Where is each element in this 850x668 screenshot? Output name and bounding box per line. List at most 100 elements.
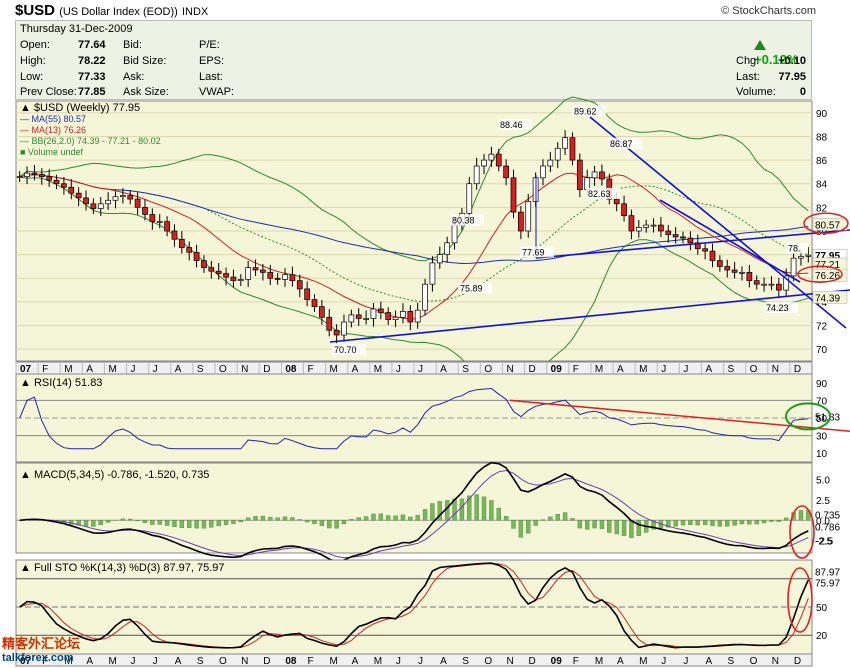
candle-body bbox=[702, 248, 708, 252]
bottom-x-axis-label: A bbox=[175, 656, 182, 667]
candle-body bbox=[142, 207, 148, 215]
macd-histogram-bar bbox=[209, 520, 214, 528]
x-axis-label: J bbox=[131, 364, 136, 375]
bottom-x-axis-label: S bbox=[197, 656, 204, 667]
price-annotation: 80.38 bbox=[452, 216, 475, 226]
x-axis-label: S bbox=[728, 364, 735, 375]
price-annotation: 74.23 bbox=[766, 303, 789, 313]
candle-body bbox=[105, 199, 111, 205]
bottom-x-axis-label: N bbox=[772, 656, 779, 667]
candle-body bbox=[311, 299, 318, 307]
macd-tick-label: 5.0 bbox=[816, 475, 830, 486]
candle-body bbox=[208, 267, 215, 272]
sto-right-label: 87.97 bbox=[815, 567, 840, 578]
candle-body bbox=[466, 183, 473, 214]
macd-histogram-bar bbox=[695, 520, 700, 526]
macd-histogram-bar bbox=[327, 520, 332, 529]
price-annotation: 86.87 bbox=[610, 139, 633, 149]
macd-histogram-bar bbox=[253, 516, 258, 521]
macd-histogram-bar bbox=[334, 520, 339, 529]
legend-price: ▲ $USD (Weekly) 77.95 bbox=[20, 102, 140, 114]
bottom-x-axis-label: A bbox=[352, 656, 359, 667]
bottom-x-axis-label: F bbox=[573, 656, 579, 667]
x-axis-label: F bbox=[573, 364, 579, 375]
candle-body bbox=[171, 230, 178, 240]
macd-histogram-bar bbox=[216, 520, 221, 527]
macd-histogram-bar bbox=[319, 520, 325, 527]
candle-body bbox=[164, 221, 170, 232]
macd-histogram-bar bbox=[747, 520, 752, 525]
macd-right-label: 0.735 bbox=[815, 510, 840, 521]
bottom-x-axis-label: J bbox=[131, 656, 136, 667]
macd-histogram-bar bbox=[378, 513, 384, 521]
bottom-x-axis-label: M bbox=[108, 656, 116, 667]
x-axis-label: N bbox=[241, 364, 248, 375]
candle-body bbox=[260, 269, 266, 273]
candle-body bbox=[753, 280, 760, 285]
macd-histogram-bar bbox=[201, 520, 207, 529]
candle-body bbox=[709, 250, 716, 261]
macd-histogram-bar bbox=[739, 520, 745, 525]
macd-histogram-bar bbox=[725, 520, 730, 527]
x-axis-label: D bbox=[794, 364, 801, 375]
macd-histogram-bar bbox=[570, 518, 575, 521]
macd-histogram-bar bbox=[430, 503, 435, 521]
macd-histogram-bar bbox=[238, 520, 243, 523]
macd-histogram-bar bbox=[268, 516, 273, 521]
sto-title: ▲ Full STO %K(14,3) %D(3) 87.97, 75.97 bbox=[20, 562, 225, 574]
x-axis-label: O bbox=[484, 364, 492, 375]
price-tick-label: 88 bbox=[816, 132, 828, 143]
legend-volume: ■ Volume undef bbox=[20, 147, 83, 157]
x-axis-label: F bbox=[307, 364, 313, 375]
bottom-x-axis-label: J bbox=[418, 656, 423, 667]
watermark-cn: 精客外汇论坛 bbox=[2, 636, 81, 651]
macd-histogram-bar bbox=[120, 518, 126, 521]
macd-histogram-bar bbox=[754, 520, 759, 525]
watermark-en: talkforex.com bbox=[2, 652, 74, 664]
bottom-x-axis-label: S bbox=[728, 656, 735, 667]
x-axis-label: O bbox=[219, 364, 227, 375]
candle-body bbox=[245, 267, 252, 280]
candle-body bbox=[635, 227, 642, 232]
sto-tick-label: 50 bbox=[816, 603, 828, 614]
x-axis-label: J bbox=[683, 364, 688, 375]
bottom-x-axis-label: A bbox=[617, 656, 624, 667]
candle-body bbox=[672, 234, 679, 238]
candle-body bbox=[444, 242, 451, 255]
candle-body bbox=[134, 198, 141, 208]
candle-body bbox=[495, 153, 502, 167]
rsi-tick-label: 90 bbox=[816, 379, 828, 390]
macd-histogram-bar bbox=[157, 520, 162, 525]
bottom-x-axis-label: D bbox=[794, 656, 801, 667]
legend-bb: — BB(26,2.0) 74.39 - 77.21 - 80.02 bbox=[20, 136, 161, 146]
x-axis-label: A bbox=[175, 364, 182, 375]
macd-histogram-bar bbox=[784, 517, 789, 521]
candle-body bbox=[628, 215, 635, 232]
candle-body bbox=[274, 277, 281, 280]
candle-body bbox=[370, 308, 377, 319]
candle-body bbox=[83, 197, 89, 205]
price-tick-label: 72 bbox=[816, 322, 828, 333]
macd-histogram-bar bbox=[614, 520, 619, 535]
price-annotation: 88.46 bbox=[500, 120, 523, 130]
bottom-x-axis-label: J bbox=[396, 656, 401, 667]
macd-histogram-bar bbox=[599, 520, 605, 529]
candle-body bbox=[53, 179, 60, 185]
macd-histogram-bar bbox=[371, 513, 376, 521]
candle-body bbox=[665, 230, 672, 235]
candle-body bbox=[488, 153, 495, 161]
price-tick-label: 86 bbox=[816, 156, 828, 167]
candle-body bbox=[230, 276, 237, 281]
candle-body bbox=[46, 176, 53, 181]
candle-body bbox=[746, 272, 753, 281]
price-annotation: 70.70 bbox=[334, 345, 357, 355]
macd-histogram-bar bbox=[304, 520, 310, 523]
macd-histogram-bar bbox=[312, 520, 317, 525]
x-axis-label: 07 bbox=[20, 364, 32, 375]
sto-right-label: 75.97 bbox=[815, 579, 840, 590]
candle-body bbox=[348, 314, 355, 323]
macd-histogram-bar bbox=[142, 520, 148, 523]
macd-histogram-bar bbox=[526, 520, 531, 534]
macd-histogram-bar bbox=[577, 520, 583, 529]
macd-histogram-bar bbox=[422, 509, 428, 521]
